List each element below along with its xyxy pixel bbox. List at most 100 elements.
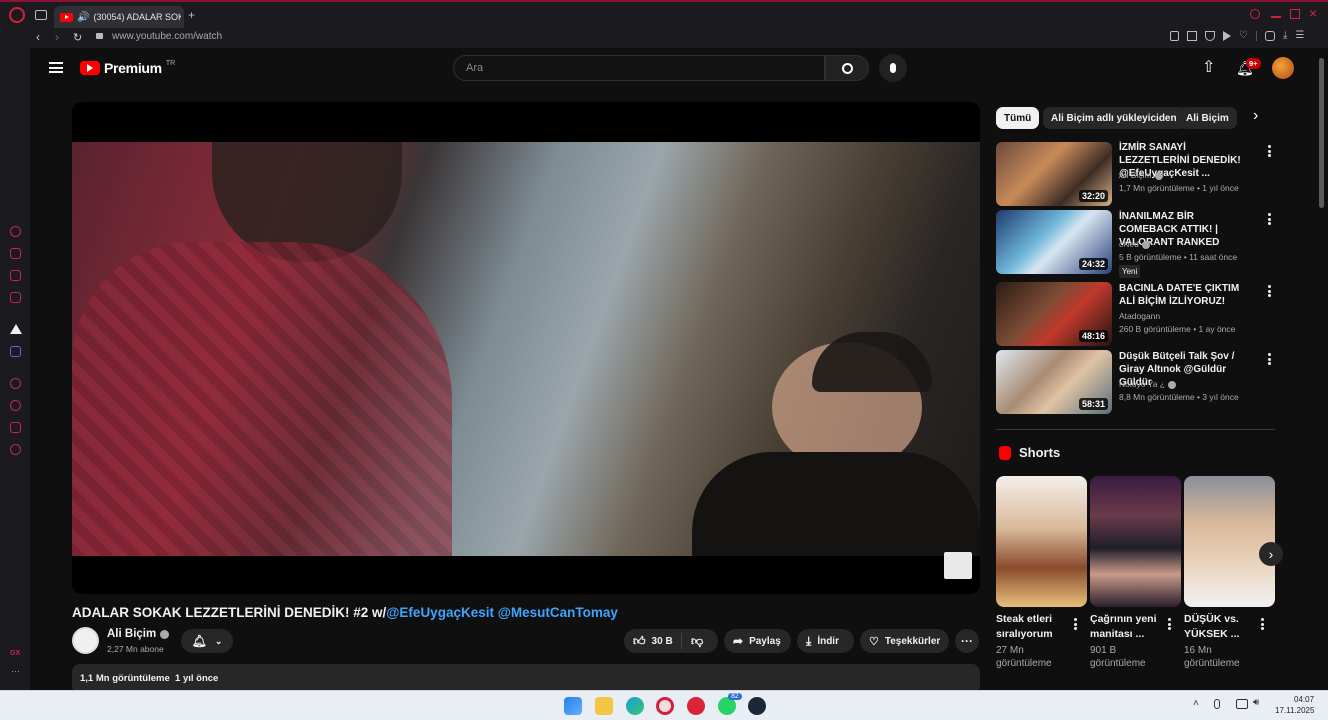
- music-player-icon[interactable]: [10, 324, 22, 334]
- rec-channel[interactable]: cNed: [1119, 238, 1150, 251]
- tray-microphone-icon[interactable]: [1214, 699, 1220, 709]
- clock-date[interactable]: 17.11.2025: [1275, 706, 1314, 715]
- aria-icon[interactable]: [10, 226, 21, 237]
- short-title[interactable]: Steak etleri sıralıyorum: [996, 612, 1076, 642]
- steam-icon[interactable]: [748, 697, 766, 715]
- messenger-icon[interactable]: [10, 270, 21, 281]
- guide-menu-icon[interactable]: [49, 62, 63, 73]
- new-tab-plus-icon[interactable]: +: [188, 8, 195, 22]
- rec-menu-icon[interactable]: [1262, 143, 1276, 159]
- download-icon[interactable]: ⤓: [1283, 31, 1287, 41]
- voice-search-button[interactable]: [879, 54, 907, 82]
- search-tabs-icon[interactable]: [1250, 9, 1260, 19]
- short-thumbnail[interactable]: [1090, 476, 1181, 607]
- short-title[interactable]: Çağrının yeni manitası ...: [1090, 612, 1170, 642]
- url-field[interactable]: www.youtube.com/watch: [112, 31, 222, 42]
- chip-from-uploader[interactable]: Ali Biçim adlı yükleyiciden: [1043, 107, 1185, 129]
- short-menu-icon[interactable]: [1068, 616, 1082, 632]
- upload-icon[interactable]: ⇧: [1202, 60, 1215, 76]
- rec-thumbnail[interactable]: 24:32: [996, 210, 1112, 274]
- channel-watermark[interactable]: [944, 552, 972, 579]
- speaker-icon[interactable]: 🔊: [77, 12, 89, 23]
- share-button[interactable]: ➦ Paylaş: [724, 629, 791, 653]
- pin-icon[interactable]: [1170, 31, 1179, 41]
- tray-chevron-icon[interactable]: ˄: [1193, 698, 1199, 709]
- file-explorer-icon[interactable]: [595, 697, 613, 715]
- maximize-icon[interactable]: [1290, 9, 1300, 19]
- chips-next-icon[interactable]: ›: [1253, 107, 1258, 125]
- short-menu-icon[interactable]: [1255, 616, 1269, 632]
- easy-setup-icon[interactable]: [1264, 31, 1275, 41]
- rec-channel-text: Ali Biçim: [1119, 170, 1152, 180]
- notification-bell-button[interactable]: 🔔︎ ⌄: [181, 629, 233, 653]
- edge-icon[interactable]: [626, 697, 644, 715]
- download-button[interactable]: ⤓ İndir: [797, 629, 854, 653]
- rec-thumbnail[interactable]: 58:31: [996, 350, 1112, 414]
- search-input[interactable]: Ara: [466, 62, 483, 74]
- short-title[interactable]: DÜŞÜK vs. YÜKSEK ...: [1184, 612, 1264, 642]
- crypto-wallet-icon[interactable]: [10, 248, 21, 259]
- thanks-button[interactable]: ♡ Teşekkürler: [860, 629, 949, 653]
- page-scrollbar[interactable]: [1319, 58, 1324, 208]
- close-icon[interactable]: ×: [1309, 5, 1317, 21]
- rec-thumbnail[interactable]: 48:16: [996, 282, 1112, 346]
- rec-channel[interactable]: Atadogann: [1119, 310, 1160, 323]
- heart-icon[interactable]: ♡: [1239, 31, 1248, 41]
- channel-name[interactable]: Ali Biçim: [107, 628, 170, 640]
- short-thumbnail[interactable]: [996, 476, 1087, 607]
- media-player-icon[interactable]: [687, 697, 705, 715]
- back-icon[interactable]: ‹: [36, 30, 40, 44]
- search-box[interactable]: Ara: [453, 55, 825, 81]
- active-tab[interactable]: 🔊 (30054) ADALAR SOK: [54, 6, 184, 28]
- shield-icon[interactable]: [1205, 31, 1215, 41]
- opera-gx-icon[interactable]: [656, 697, 674, 715]
- mention-link-mesut[interactable]: @MesutCanTomay: [498, 605, 618, 620]
- dislike-button[interactable]: 👎︎: [682, 634, 703, 649]
- like-count: 30 B: [651, 635, 673, 647]
- chip-ali-bicim[interactable]: Ali Biçim: [1178, 107, 1237, 129]
- chip-all[interactable]: Tümü: [996, 107, 1040, 129]
- instagram-icon[interactable]: [10, 292, 21, 303]
- rec-title[interactable]: BACINLA DATE'E ÇIKTIM ALİ BİÇİM İZLİYORU…: [1119, 282, 1251, 308]
- start-icon[interactable]: [564, 697, 582, 715]
- menu-icon[interactable]: ☰: [1295, 31, 1304, 41]
- new-badge: Yeni: [1119, 265, 1141, 278]
- rec-channel-text: Noluyo Ya ¿: [1119, 379, 1165, 389]
- more-icon[interactable]: ···: [11, 666, 20, 676]
- tab-overview-icon[interactable]: [35, 10, 47, 20]
- search-button[interactable]: [825, 55, 869, 81]
- like-button[interactable]: 👍︎ 30 B: [624, 633, 682, 649]
- rec-menu-icon[interactable]: [1262, 283, 1276, 299]
- rec-channel[interactable]: Ali Biçim: [1119, 169, 1163, 182]
- rec-menu-icon[interactable]: [1262, 211, 1276, 227]
- description-box[interactable]: 1,1 Mn görüntüleme 1 yıl önce: [72, 664, 980, 690]
- youtube-logo[interactable]: Premium TR: [80, 60, 175, 76]
- settings-icon[interactable]: [10, 444, 21, 455]
- forward-icon[interactable]: ›: [55, 30, 59, 44]
- play-icon[interactable]: [1223, 31, 1231, 41]
- short-thumbnail[interactable]: [1184, 476, 1275, 607]
- rec-channel[interactable]: Noluyo Ya ¿: [1119, 378, 1176, 391]
- player-icon[interactable]: [10, 378, 21, 389]
- extensions-icon[interactable]: [10, 422, 21, 433]
- mention-link-efe[interactable]: @EfeUygaçKesit: [386, 605, 494, 620]
- snapshot-icon[interactable]: [1187, 31, 1197, 41]
- clock-time[interactable]: 04:07: [1294, 695, 1314, 704]
- avatar[interactable]: [1272, 57, 1294, 79]
- minimize-icon[interactable]: [1271, 16, 1281, 18]
- more-actions-button[interactable]: ···: [955, 629, 979, 653]
- opera-logo-icon[interactable]: [9, 7, 25, 23]
- short-menu-icon[interactable]: [1162, 616, 1176, 632]
- history-icon[interactable]: [10, 400, 21, 411]
- reload-icon[interactable]: ↻: [73, 31, 82, 44]
- rec-menu-icon[interactable]: [1262, 351, 1276, 367]
- twitch-icon[interactable]: [10, 346, 21, 357]
- tray-network-icon[interactable]: [1236, 699, 1248, 709]
- rec-thumbnail[interactable]: 32:20: [996, 142, 1112, 206]
- video-player[interactable]: [72, 102, 980, 594]
- video-frame[interactable]: [72, 142, 980, 556]
- channel-avatar[interactable]: [72, 627, 99, 654]
- gx-icon[interactable]: GX: [10, 650, 20, 657]
- tray-volume-icon[interactable]: 🔊︎: [1253, 697, 1259, 708]
- shorts-next-button[interactable]: ›: [1259, 542, 1283, 566]
